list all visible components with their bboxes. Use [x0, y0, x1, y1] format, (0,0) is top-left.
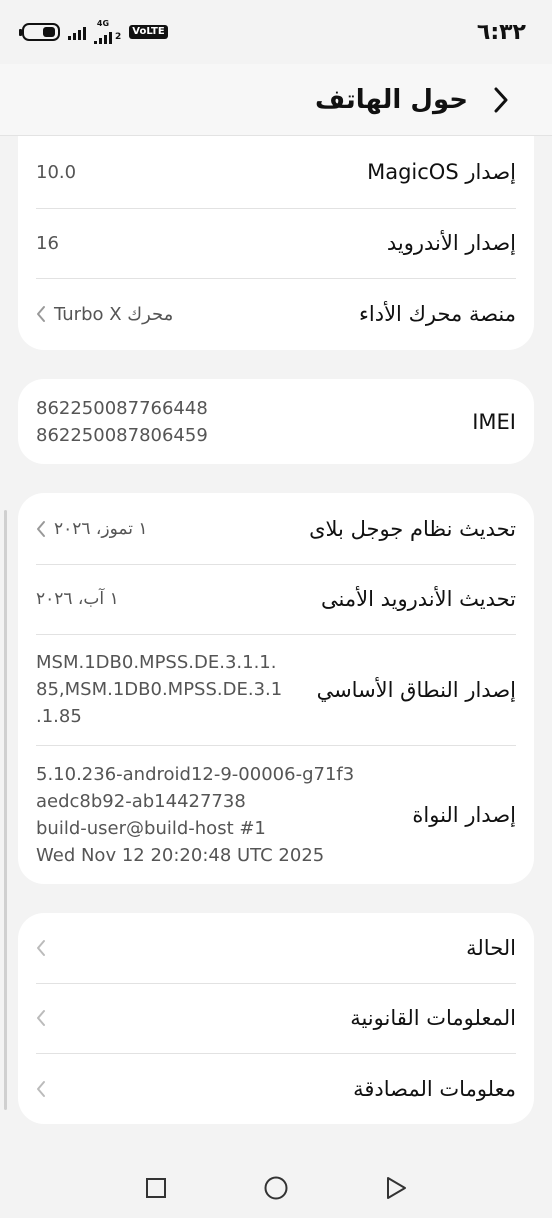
certification-info-row[interactable]: معلومات المصادقة — [18, 1053, 534, 1124]
imei-value-2: 862250087806459 — [36, 424, 208, 446]
signal-strength-icon — [68, 24, 86, 40]
performance-engine-value-wrap: محرك Turbo X — [36, 304, 173, 325]
magicos-version-label: إصدار MagicOS — [367, 160, 516, 184]
imei-values: 862250087766448 862250087806459 — [36, 395, 208, 449]
chevron-left-icon — [36, 305, 46, 323]
circle-icon — [264, 1176, 288, 1200]
legal-info-row[interactable]: المعلومات القانونية — [18, 983, 534, 1053]
legal-info-label: المعلومات القانونية — [350, 1006, 516, 1030]
clock: ٦:٣٢ — [476, 19, 526, 45]
kernel-value-line-4: Wed Nov 12 20:20:48 UTC 2025 — [36, 844, 325, 866]
performance-engine-label: منصة محرك الأداء — [359, 302, 516, 326]
info-links-card: الحالة المعلومات القانونية معلومات المصا… — [18, 913, 534, 1124]
performance-engine-value: محرك Turbo X — [54, 303, 174, 325]
kernel-value-line-2: aedc8b92-ab14427738 — [36, 790, 246, 812]
magicos-version-value: 10.0 — [36, 161, 77, 183]
android-version-row[interactable]: 16 إصدار الأندرويد — [18, 208, 534, 278]
updates-card: ١ تموز، ٢٠٢٦ تحديث نظام جوجل بلاى ١ آب، … — [18, 493, 534, 884]
google-play-update-value-wrap: ١ تموز، ٢٠٢٦ — [36, 519, 148, 539]
network-type-indicator: 4G — [94, 20, 112, 44]
google-play-update-row[interactable]: ١ تموز، ٢٠٢٦ تحديث نظام جوجل بلاى — [18, 493, 534, 564]
kernel-value-line-1: 5.10.236-android12-9-00006-g71f3 — [36, 763, 355, 785]
baseband-value-lines: MSM.1DB0.MPSS.DE.3.1.1. 85,MSM.1DB0.MPSS… — [36, 649, 282, 730]
volte-badge: VoLTE — [129, 25, 168, 39]
status-label: الحالة — [466, 936, 516, 960]
imei-card: 862250087766448 862250087806459 IMEI — [18, 379, 534, 464]
back-nav-button[interactable] — [383, 1175, 409, 1201]
scrollbar[interactable] — [4, 510, 7, 1110]
kernel-version-label: إصدار النواة — [412, 802, 516, 827]
baseband-version-row: MSM.1DB0.MPSS.DE.3.1.1. 85,MSM.1DB0.MPSS… — [18, 634, 534, 745]
kernel-version-row: 5.10.236-android12-9-00006-g71f3 aedc8b9… — [18, 745, 534, 884]
signal-strength-sim2-icon — [94, 28, 112, 44]
chevron-left-icon — [36, 520, 46, 538]
chevron-left-icon — [36, 939, 46, 957]
imei-value-1: 862250087766448 — [36, 397, 208, 419]
network-type-label: 4G — [96, 19, 110, 28]
certification-info-label: معلومات المصادقة — [353, 1076, 516, 1101]
performance-engine-row[interactable]: محرك Turbo X منصة محرك الأداء — [18, 278, 534, 350]
google-play-update-label: تحديث نظام جوجل بلاى — [309, 516, 516, 541]
navigation-bar — [0, 1158, 552, 1218]
app-header: حول الهاتف — [0, 64, 552, 136]
square-icon — [146, 1178, 166, 1198]
home-button[interactable] — [263, 1175, 289, 1201]
chevron-left-icon — [36, 1080, 46, 1098]
baseband-version-label: إصدار النطاق الأساسي — [316, 677, 516, 702]
security-update-value: ١ آب، ٢٠٢٦ — [36, 589, 119, 609]
google-play-update-value: ١ تموز، ٢٠٢٦ — [54, 518, 148, 539]
sim-slot-label: 2 — [115, 32, 122, 42]
imei-label: IMEI — [472, 409, 516, 434]
status-icons: 4G 2 VoLTE — [19, 20, 168, 44]
software-info-card: 10.0 إصدار MagicOS 16 إصدار الأندرويد مح… — [18, 136, 534, 350]
baseband-value-line-2: 85,MSM.1DB0.MPSS.DE.3.1 — [36, 679, 283, 700]
page-title: حول الهاتف — [315, 84, 468, 115]
magicos-version-row: 10.0 إصدار MagicOS — [18, 136, 534, 208]
baseband-value-line-1: MSM.1DB0.MPSS.DE.3.1.1. — [36, 652, 277, 673]
baseband-value-line-3: .1.85 — [36, 706, 82, 727]
back-button[interactable] — [490, 87, 512, 113]
triangle-icon — [387, 1177, 406, 1199]
security-update-label: تحديث الأندرويد الأمنى — [321, 587, 516, 611]
status-row[interactable]: الحالة — [18, 913, 534, 983]
kernel-value-lines: 5.10.236-android12-9-00006-g71f3 aedc8b9… — [36, 761, 354, 869]
android-version-value: 16 — [36, 232, 59, 254]
imei-row[interactable]: 862250087766448 862250087806459 IMEI — [18, 379, 534, 464]
android-version-label: إصدار الأندرويد — [386, 231, 516, 255]
chevron-left-icon — [36, 1009, 46, 1027]
kernel-value-line-3: build-user@build-host #1 — [36, 817, 266, 839]
status-bar: 4G 2 VoLTE ٦:٣٢ — [0, 0, 552, 64]
battery-icon — [19, 23, 60, 41]
recents-button[interactable] — [143, 1175, 169, 1201]
chevron-right-icon — [494, 87, 508, 112]
security-update-row: ١ آب، ٢٠٢٦ تحديث الأندرويد الأمنى — [18, 564, 534, 634]
